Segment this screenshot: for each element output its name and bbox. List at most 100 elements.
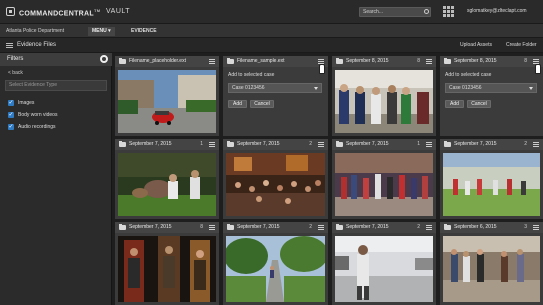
tile-title: Filename_sample.ext bbox=[237, 58, 285, 64]
chevron-down-icon bbox=[529, 87, 533, 90]
evidence-tile[interactable]: September 7, 2015 8 bbox=[115, 222, 219, 305]
tile-header: September 8, 2015 8 bbox=[332, 56, 436, 67]
tile-menu-icon[interactable] bbox=[533, 225, 539, 230]
menu-button[interactable]: MENU ▾ bbox=[88, 27, 115, 36]
tile-title: September 6, 2015 bbox=[454, 224, 497, 230]
search-icon[interactable] bbox=[424, 9, 429, 14]
evidence-tile[interactable]: September 7, 2015 1 bbox=[115, 139, 219, 219]
folder-icon bbox=[119, 141, 126, 147]
tile-menu-icon[interactable] bbox=[426, 59, 432, 64]
back-link[interactable]: < back bbox=[8, 70, 23, 76]
tile-title: September 8, 2015 bbox=[454, 58, 497, 64]
tile-menu-icon[interactable] bbox=[318, 225, 324, 230]
evidence-tile[interactable]: September 6, 2015 3 bbox=[440, 222, 543, 305]
checkbox-checked-icon[interactable] bbox=[8, 111, 14, 118]
department-name: Atlanta Police Department bbox=[6, 28, 65, 34]
case-select-value: Case 0123456 bbox=[449, 85, 482, 91]
tile-menu-icon[interactable] bbox=[318, 142, 324, 147]
tile-header: September 7, 2015 1 bbox=[115, 139, 219, 150]
tile-menu-icon[interactable] bbox=[426, 142, 432, 147]
folder-icon bbox=[119, 58, 126, 64]
add-button[interactable]: Add bbox=[228, 100, 247, 108]
folder-icon bbox=[444, 141, 451, 147]
evidence-thumbnail[interactable] bbox=[335, 153, 433, 216]
tile-count: 2 bbox=[309, 224, 312, 230]
checkbox-checked-icon[interactable] bbox=[8, 99, 14, 106]
tile-title: September 7, 2015 bbox=[346, 224, 389, 230]
list-icon bbox=[6, 43, 13, 48]
user-email[interactable]: sglomatkey@zlteclapt.com bbox=[467, 8, 527, 14]
product-name: VAULT bbox=[106, 8, 131, 15]
evidence-thumbnail[interactable] bbox=[226, 236, 325, 302]
tile-menu-icon[interactable] bbox=[533, 142, 539, 147]
evidence-tile-add-to-case[interactable]: September 8, 2015 8 Add to selected case… bbox=[440, 56, 543, 136]
tile-count: 1 bbox=[200, 141, 203, 147]
evidence-tile[interactable]: September 7, 2015 2 bbox=[223, 139, 328, 219]
evidence-thumbnail[interactable] bbox=[118, 70, 216, 133]
folder-icon bbox=[444, 224, 451, 230]
case-select[interactable]: Case 0123456 bbox=[445, 83, 537, 93]
search-input[interactable] bbox=[359, 7, 431, 17]
tile-title: September 7, 2015 bbox=[237, 224, 280, 230]
tile-menu-icon[interactable] bbox=[209, 59, 215, 64]
evidence-thumbnail[interactable] bbox=[443, 236, 540, 302]
evidence-tile[interactable]: September 7, 2015 1 bbox=[332, 139, 436, 219]
tile-count: 3 bbox=[524, 224, 527, 230]
evidence-thumbnail[interactable] bbox=[118, 236, 216, 302]
evidence-thumbnail[interactable] bbox=[226, 153, 325, 216]
folder-icon bbox=[336, 58, 343, 64]
commandcentral-logo-icon bbox=[6, 7, 15, 16]
evidence-tile[interactable]: September 7, 2015 2 bbox=[440, 139, 543, 219]
tile-title: September 7, 2015 bbox=[454, 141, 497, 147]
folder-icon bbox=[227, 58, 234, 64]
folder-icon bbox=[444, 58, 451, 64]
folder-icon bbox=[119, 224, 126, 230]
filters-header: Filters bbox=[0, 53, 112, 66]
tile-header: Filename_placeholder.ext bbox=[115, 56, 219, 67]
create-folder-button[interactable]: Create Folder bbox=[506, 42, 537, 48]
tile-count: 2 bbox=[309, 141, 312, 147]
evidence-thumbnail[interactable] bbox=[335, 236, 433, 302]
filters-sidebar: Filters < back Select Evidence Type Imag… bbox=[0, 53, 112, 305]
hand-cursor-icon bbox=[318, 64, 325, 74]
evidence-thumbnail[interactable] bbox=[118, 153, 216, 216]
brand-text: COMMANDCENTRAL bbox=[19, 10, 94, 18]
cancel-button[interactable]: Cancel bbox=[467, 100, 491, 108]
cancel-button[interactable]: Cancel bbox=[250, 100, 274, 108]
page-title: Evidence Files bbox=[17, 42, 57, 48]
evidence-tile[interactable]: September 7, 2015 2 bbox=[332, 222, 436, 305]
case-select[interactable]: Case 0123456 bbox=[228, 83, 322, 93]
evidence-toolbar: Evidence Files Upload Assets Create Fold… bbox=[0, 38, 543, 53]
tile-count: 2 bbox=[524, 141, 527, 147]
case-select-value: Case 0123456 bbox=[232, 85, 265, 91]
tile-title: September 7, 2015 bbox=[346, 141, 389, 147]
tile-count: 8 bbox=[200, 224, 203, 230]
tile-title: September 8, 2015 bbox=[346, 58, 389, 64]
app-grid-icon[interactable] bbox=[443, 6, 454, 17]
tile-menu-icon[interactable] bbox=[209, 142, 215, 147]
tile-count: 2 bbox=[417, 224, 420, 230]
tile-menu-icon[interactable] bbox=[209, 225, 215, 230]
tile-header: September 7, 2015 2 bbox=[223, 222, 328, 233]
evidence-thumbnail[interactable] bbox=[335, 70, 433, 133]
evidence-tile[interactable]: September 7, 2015 2 bbox=[223, 222, 328, 305]
checkbox-checked-icon[interactable] bbox=[8, 123, 14, 130]
nav-evidence[interactable]: EVIDENCE bbox=[131, 28, 157, 34]
add-button[interactable]: Add bbox=[445, 100, 464, 108]
tile-title: September 7, 2015 bbox=[237, 141, 280, 147]
add-to-case-panel: Add to selected case Case 0123456 Add Ca… bbox=[443, 70, 540, 133]
evidence-type-select[interactable]: Select Evidence Type bbox=[5, 80, 107, 91]
evidence-tile[interactable]: Filename_placeholder.ext bbox=[115, 56, 219, 136]
brand-name: COMMANDCENTRALTM bbox=[19, 8, 100, 17]
brand-trademark: TM bbox=[93, 8, 101, 13]
filter-label: Images bbox=[18, 100, 35, 106]
evidence-tile[interactable]: September 8, 2015 8 bbox=[332, 56, 436, 136]
upload-assets-button[interactable]: Upload Assets bbox=[460, 42, 492, 48]
evidence-tile-add-to-case[interactable]: Filename_sample.ext Add to selected case… bbox=[223, 56, 328, 136]
tile-title: September 7, 2015 bbox=[129, 141, 172, 147]
evidence-thumbnail[interactable] bbox=[443, 153, 540, 216]
tile-menu-icon[interactable] bbox=[426, 225, 432, 230]
tile-header: September 8, 2015 8 bbox=[440, 56, 543, 67]
settings-gear-icon[interactable] bbox=[100, 55, 108, 63]
tile-count: 8 bbox=[524, 58, 527, 64]
